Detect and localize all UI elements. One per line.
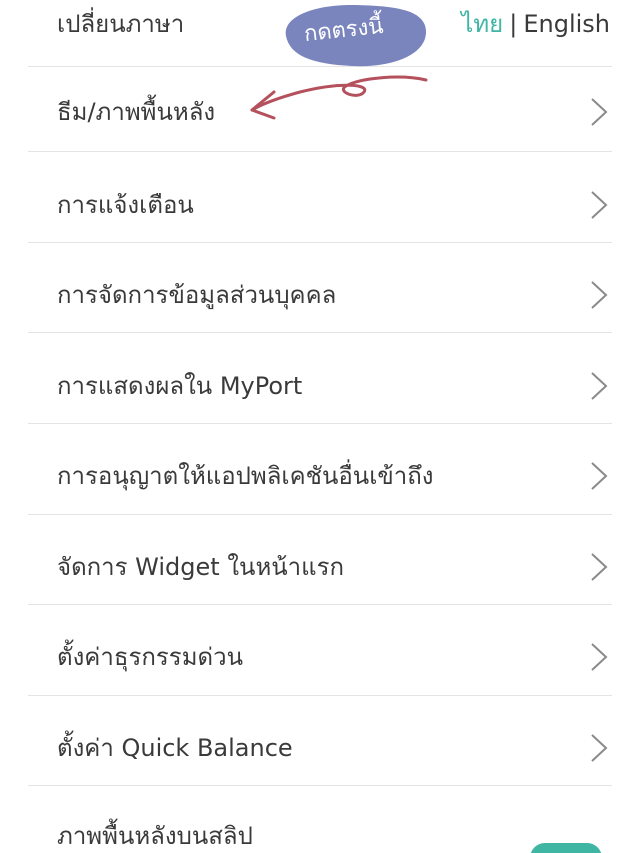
language-separator: | (509, 10, 518, 38)
divider (28, 785, 612, 786)
divider (28, 514, 612, 515)
menu-item-quick-transaction[interactable]: ตั้งค่าธุรกรรมด่วน (0, 612, 640, 702)
slip-background-label: ภาพพื้นหลังบนสลิป (57, 822, 253, 850)
divider (28, 695, 612, 696)
menu-item-personal-data[interactable]: การจัดการข้อมูลส่วนบุคคล (0, 250, 640, 340)
divider (28, 242, 612, 243)
language-english-option[interactable]: English (523, 10, 610, 38)
annotation-arrow-icon (250, 75, 428, 120)
menu-item-label: การอนุญาตให้แอปพลิเคชันอื่นเข้าถึง (57, 462, 434, 490)
settings-page: เปลี่ยนภาษา ไทย | English ธีม/ภาพพื้นหลัง … (0, 0, 640, 853)
menu-item-label: การแจ้งเตือน (57, 191, 194, 219)
chevron-right-icon (588, 190, 610, 220)
chevron-right-icon (588, 552, 610, 582)
menu-item-label: การจัดการข้อมูลส่วนบุคคล (57, 281, 337, 309)
chevron-right-icon (588, 97, 610, 127)
language-switch: ไทย | English (461, 6, 610, 42)
menu-item-quick-balance[interactable]: ตั้งค่า Quick Balance (0, 703, 640, 793)
chevron-right-icon (588, 642, 610, 672)
menu-item-label: จัดการ Widget ในหน้าแรก (57, 553, 345, 581)
chevron-right-icon (588, 280, 610, 310)
slip-background-toggle[interactable] (530, 843, 602, 853)
chevron-right-icon (588, 461, 610, 491)
menu-item-notifications[interactable]: การแจ้งเตือน (0, 160, 640, 250)
language-label: เปลี่ยนภาษา (57, 10, 185, 38)
menu-item-app-permissions[interactable]: การอนุญาตให้แอปพลิเคชันอื่นเข้าถึง (0, 431, 640, 521)
menu-item-label: การแสดงผลใน MyPort (57, 372, 303, 400)
annotation-bubble: กดตรงนี้ (270, 0, 440, 72)
menu-item-widget-management[interactable]: จัดการ Widget ในหน้าแรก (0, 522, 640, 612)
language-thai-option[interactable]: ไทย (461, 10, 503, 38)
divider (28, 423, 612, 424)
chevron-right-icon (588, 371, 610, 401)
menu-item-myport-display[interactable]: การแสดงผลใน MyPort (0, 341, 640, 431)
divider (28, 604, 612, 605)
divider (28, 332, 612, 333)
chevron-right-icon (588, 733, 610, 763)
divider (28, 151, 612, 152)
menu-item-label: ธีม/ภาพพื้นหลัง (57, 98, 216, 126)
menu-item-label: ตั้งค่าธุรกรรมด่วน (57, 643, 243, 671)
menu-item-label: ตั้งค่า Quick Balance (57, 734, 293, 762)
